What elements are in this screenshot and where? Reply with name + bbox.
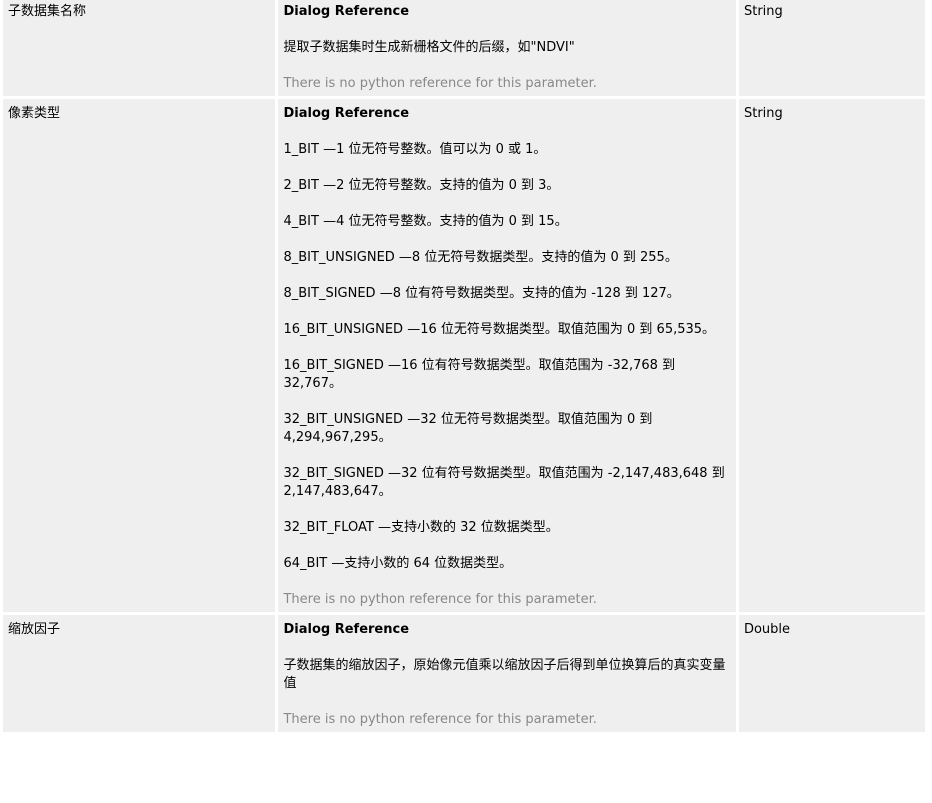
- dialog-reference-heading: Dialog Reference: [283, 106, 410, 121]
- data-type-cell: Double: [738, 615, 925, 732]
- dialog-reference-heading: Dialog Reference: [283, 4, 410, 19]
- python-reference-note: There is no python reference for this pa…: [283, 712, 597, 727]
- parameter-explanation-cell: Dialog Reference 1_BIT —1 位无符号整数。值可以为 0 …: [278, 99, 736, 612]
- pixel-type-option: 16_BIT_UNSIGNED —16 位无符号数据类型。取值范围为 0 到 6…: [283, 322, 716, 337]
- parameter-name: 子数据集名称: [8, 4, 87, 19]
- data-type: Double: [743, 622, 791, 637]
- python-reference-note: There is no python reference for this pa…: [283, 592, 597, 607]
- table-row: 像素类型 Dialog Reference 1_BIT —1 位无符号整数。值可…: [3, 99, 925, 612]
- parameter-name: 像素类型: [8, 106, 61, 121]
- parameter-table: 子数据集名称 Dialog Reference 提取子数据集时生成新栅格文件的后…: [0, 0, 928, 735]
- pixel-type-option: 2_BIT —2 位无符号整数。支持的值为 0 到 3。: [283, 178, 560, 193]
- table-row: 子数据集名称 Dialog Reference 提取子数据集时生成新栅格文件的后…: [3, 0, 925, 96]
- parameter-name: 缩放因子: [8, 622, 61, 637]
- parameter-table-view: 子数据集名称 Dialog Reference 提取子数据集时生成新栅格文件的后…: [0, 0, 932, 803]
- pixel-type-option: 4_BIT —4 位无符号整数。支持的值为 0 到 15。: [283, 214, 568, 229]
- pixel-type-option: 8_BIT_SIGNED —8 位有符号数据类型。支持的值为 -128 到 12…: [283, 286, 680, 301]
- pixel-type-option: 32_BIT_UNSIGNED —32 位无符号数据类型。取值范围为 0 到 4…: [283, 412, 653, 445]
- pixel-type-option: 32_BIT_FLOAT —支持小数的 32 位数据类型。: [283, 520, 559, 535]
- data-type-cell: String: [738, 0, 925, 96]
- parameter-name-cell: 像素类型: [3, 99, 276, 612]
- table-row: 缩放因子 Dialog Reference 子数据集的缩放因子，原始像元值乘以缩…: [3, 615, 925, 732]
- parameter-description: 子数据集的缩放因子，原始像元值乘以缩放因子后得到单位换算后的真实变量值: [283, 658, 726, 691]
- pixel-type-option: 32_BIT_SIGNED —32 位有符号数据类型。取值范围为 -2,147,…: [283, 466, 725, 499]
- python-reference-note: There is no python reference for this pa…: [283, 76, 597, 91]
- parameter-name-cell: 子数据集名称: [3, 0, 276, 96]
- pixel-type-option: 64_BIT —支持小数的 64 位数据类型。: [283, 556, 513, 571]
- data-type: String: [743, 106, 783, 121]
- pixel-type-option: 1_BIT —1 位无符号整数。值可以为 0 或 1。: [283, 142, 547, 157]
- parameter-explanation-cell: Dialog Reference 子数据集的缩放因子，原始像元值乘以缩放因子后得…: [278, 615, 736, 732]
- dialog-reference-heading: Dialog Reference: [283, 622, 410, 637]
- parameter-name-cell: 缩放因子: [3, 615, 276, 732]
- data-type-cell: String: [738, 99, 925, 612]
- data-type: String: [743, 4, 783, 19]
- parameter-description: 提取子数据集时生成新栅格文件的后缀，如"NDVI": [283, 40, 575, 55]
- pixel-type-option: 8_BIT_UNSIGNED —8 位无符号数据类型。支持的值为 0 到 255…: [283, 250, 678, 265]
- parameter-explanation-cell: Dialog Reference 提取子数据集时生成新栅格文件的后缀，如"NDV…: [278, 0, 736, 96]
- pixel-type-option: 16_BIT_SIGNED —16 位有符号数据类型。取值范围为 -32,768…: [283, 358, 676, 391]
